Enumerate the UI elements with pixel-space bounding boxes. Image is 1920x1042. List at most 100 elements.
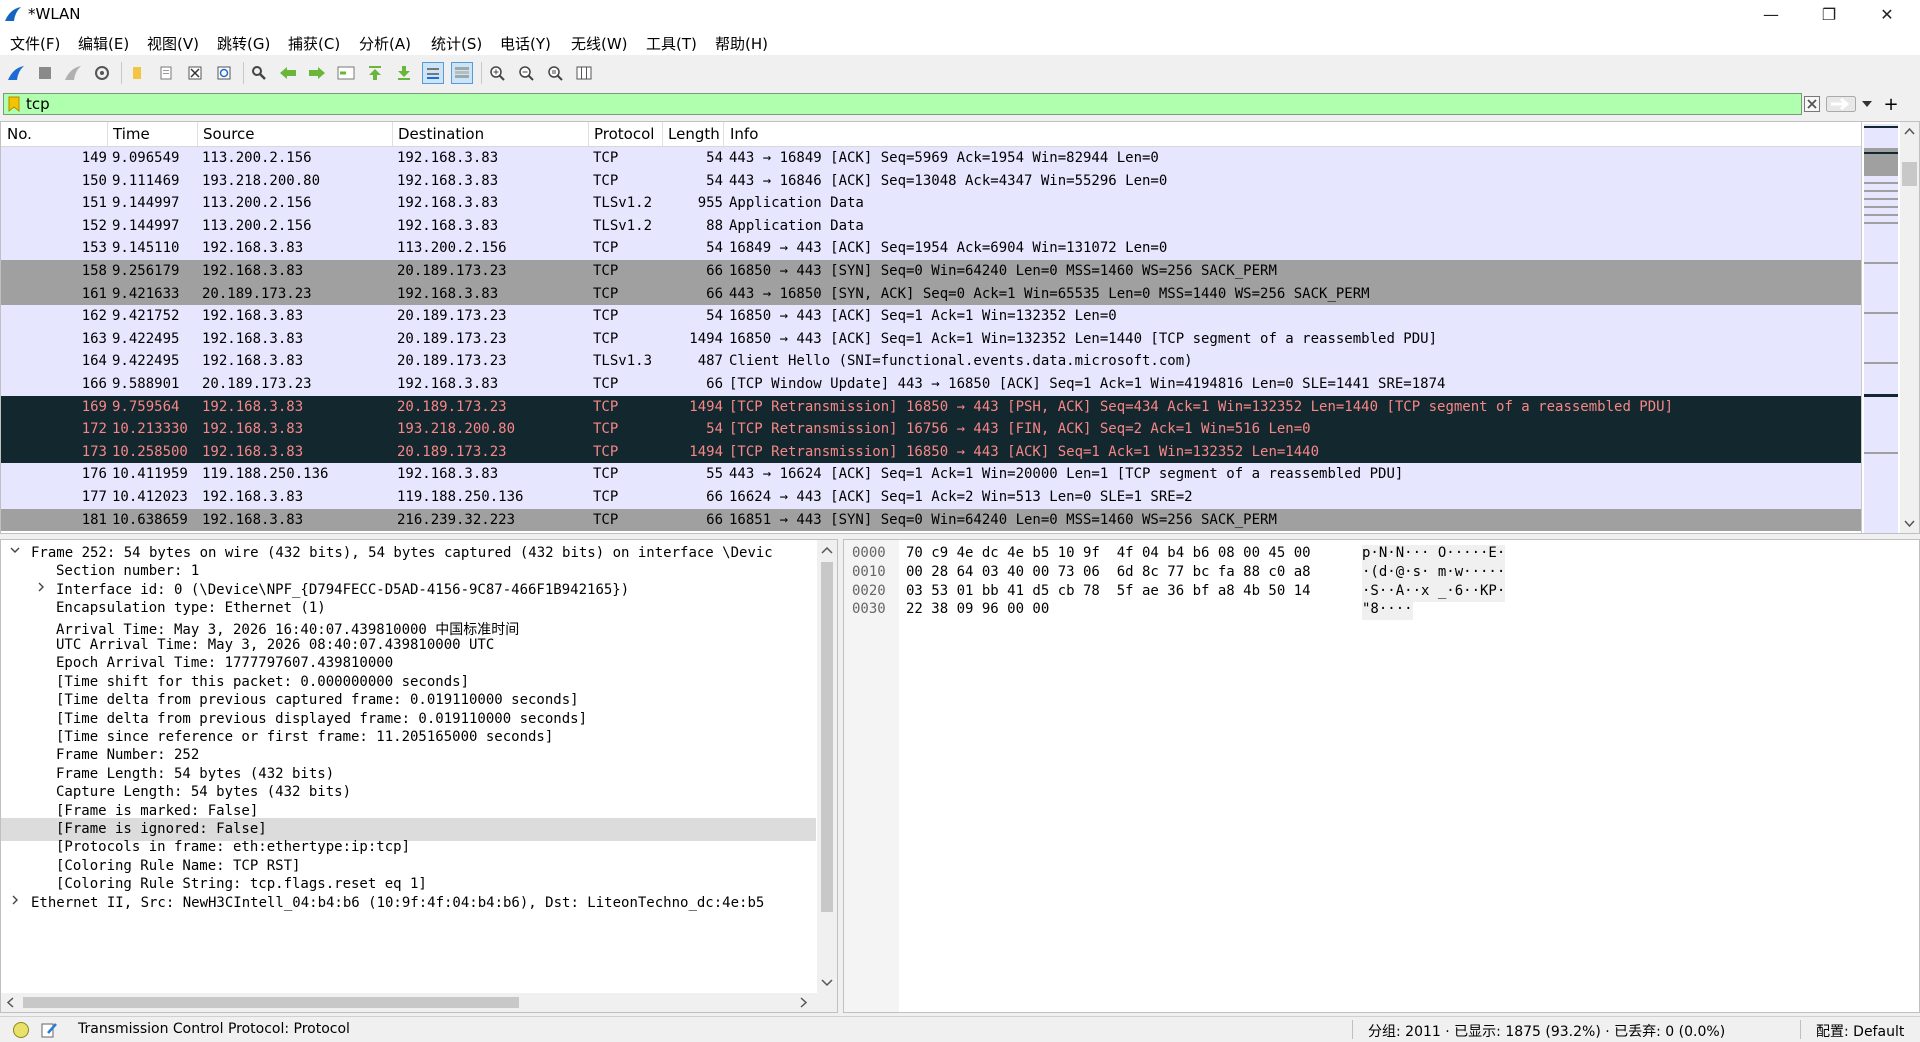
packet-row[interactable]: 150 9.111469 193.218.200.80 192.168.3.83 TCP…	[1, 169, 1861, 193]
add-filter-button[interactable]: +	[1880, 91, 1902, 117]
packet-info: 16850 → 443 [ACK] Seq=1 Ack=1 Win=132352…	[729, 308, 1117, 325]
column-source[interactable]: Source	[203, 125, 255, 143]
menu-edit[interactable]: 编辑(E)	[78, 33, 129, 54]
byte-ascii[interactable]: p·N·N··· O·····E·	[1362, 545, 1506, 564]
packet-row[interactable]: 153 9.145110 192.168.3.83 113.200.2.156 TCP 5…	[1, 237, 1861, 260]
byte-ascii[interactable]: "8····	[1362, 601, 1413, 621]
go-first-packet-icon[interactable]	[364, 62, 386, 84]
packet-length: 54	[706, 150, 723, 166]
byte-ascii[interactable]: ·(d·@·s· m·w·····	[1362, 563, 1506, 583]
menu-file[interactable]: 文件(F)	[10, 33, 60, 54]
packet-source: 113.200.2.156	[202, 217, 312, 234]
display-filter-field[interactable]	[3, 93, 1802, 115]
apply-filter-icon[interactable]	[1825, 94, 1857, 114]
packet-row[interactable]: 177 10.412023 192.168.3.83 119.188.250.136 T…	[1, 486, 1861, 509]
restore-button[interactable]: ❐	[1800, 0, 1858, 28]
bookmark-icon[interactable]	[8, 96, 20, 112]
details-horizontal-scrollbar[interactable]	[1, 993, 837, 1012]
edit-comment-icon[interactable]	[40, 1021, 58, 1039]
resize-columns-icon[interactable]	[573, 62, 595, 84]
menu-statistics[interactable]: 统计(S)	[431, 33, 482, 54]
packet-row[interactable]: 164 9.422495 192.168.3.83 20.189.173.23 TLSv…	[1, 350, 1861, 373]
collapsed-chevron-icon[interactable]	[35, 580, 47, 598]
byte-hex[interactable]: 70 c9 4e dc 4e b5 10 9f 4f 04 b4 b6 08 0…	[906, 545, 1311, 564]
zoom-out-icon[interactable]	[515, 62, 537, 84]
display-filter-input[interactable]	[26, 95, 1756, 113]
menu-capture[interactable]: 捕获(C)	[288, 33, 340, 54]
reload-file-icon[interactable]	[213, 62, 235, 84]
detail-text: UTC Arrival Time: May 3, 2026 08:40:07.4…	[56, 637, 495, 653]
stop-capture-icon[interactable]	[34, 62, 56, 84]
packet-row[interactable]: 172 10.213330 192.168.3.83 193.218.200.80 TC…	[1, 418, 1861, 441]
go-back-icon[interactable]	[277, 62, 299, 84]
clear-filter-icon[interactable]	[1803, 94, 1821, 114]
packet-row[interactable]: 173 10.258500 192.168.3.83 20.189.173.23 TCP…	[1, 440, 1861, 464]
column-destination[interactable]: Destination	[398, 125, 484, 143]
title-bar: *WLAN — ❐ ✕	[0, 0, 1920, 28]
menu-tools[interactable]: 工具(T)	[646, 33, 697, 54]
minimize-button[interactable]: —	[1742, 0, 1800, 28]
packet-no: 164	[81, 353, 107, 370]
packet-row[interactable]: 169 9.759564 192.168.3.83 20.189.173.23 TCP 1…	[1, 395, 1861, 419]
details-vertical-scrollbar[interactable]	[817, 540, 837, 993]
column-time[interactable]: Time	[113, 125, 150, 143]
menu-telephony[interactable]: 电话(Y)	[500, 33, 551, 54]
close-file-icon[interactable]	[184, 62, 206, 84]
detail-tree-item[interactable]: Ethernet II, Src: NewH3CIntell_04:b4:b6 …	[1, 892, 816, 915]
save-file-icon[interactable]	[155, 62, 177, 84]
byte-hex[interactable]: 22 38 09 96 00 00	[906, 601, 1049, 620]
packet-time: 10.258500	[112, 443, 188, 460]
close-button[interactable]: ✕	[1858, 0, 1916, 28]
packet-destination: 119.188.250.136	[397, 489, 524, 505]
packet-row[interactable]: 166 9.588901 20.189.173.23 192.168.3.83 TCP 6…	[1, 373, 1861, 396]
capture-options-icon[interactable]	[91, 62, 113, 84]
packet-row[interactable]: 162 9.421752 192.168.3.83 20.189.173.23 TCP 5…	[1, 305, 1861, 328]
packet-no: 169	[81, 398, 107, 415]
menu-help[interactable]: 帮助(H)	[715, 33, 768, 54]
go-to-packet-icon[interactable]	[335, 62, 357, 84]
menu-go[interactable]: 跳转(G)	[217, 33, 270, 54]
detail-text: Frame 252: 54 bytes on wire (432 bits), …	[31, 545, 773, 561]
byte-ascii[interactable]: ·S··A··x _·6··KP·	[1362, 582, 1506, 602]
restart-capture-icon[interactable]	[62, 62, 84, 84]
go-forward-icon[interactable]	[306, 62, 328, 84]
byte-hex[interactable]: 03 53 01 bb 41 d5 cb 78 5f ae 36 bf a8 4…	[906, 583, 1311, 602]
packet-row[interactable]: 149 9.096549 113.200.2.156 192.168.3.83 TCP 5…	[1, 147, 1861, 170]
packet-row[interactable]: 181 10.638659 192.168.3.83 216.239.32.223 TC…	[1, 508, 1861, 532]
zoom-in-icon[interactable]	[486, 62, 508, 84]
byte-hex[interactable]: 00 28 64 03 40 00 73 06 6d 8c 77 bc fa 8…	[906, 564, 1311, 583]
packet-row[interactable]: 152 9.144997 113.200.2.156 192.168.3.83 TLSv…	[1, 214, 1861, 238]
packet-row[interactable]: 176 10.411959 119.188.250.136 192.168.3.83 T…	[1, 463, 1861, 486]
expert-info-icon[interactable]	[12, 1021, 30, 1039]
wireshark-fin-icon	[5, 7, 21, 21]
go-last-packet-icon[interactable]	[393, 62, 415, 84]
start-capture-icon[interactable]	[5, 62, 27, 84]
packet-source: 20.189.173.23	[202, 376, 312, 392]
column-protocol[interactable]: Protocol	[594, 125, 654, 143]
packet-row[interactable]: 161 9.421633 20.189.173.23 192.168.3.83 TCP 6…	[1, 282, 1861, 306]
collapsed-chevron-icon[interactable]	[9, 893, 21, 911]
auto-scroll-icon[interactable]	[422, 62, 444, 84]
packet-minimap[interactable]	[1861, 122, 1900, 533]
packet-row[interactable]: 158 9.256179 192.168.3.83 20.189.173.23 TCP 6…	[1, 260, 1861, 283]
find-packet-icon[interactable]	[248, 62, 270, 84]
column-info[interactable]: Info	[730, 125, 758, 143]
packet-row[interactable]: 151 9.144997 113.200.2.156 192.168.3.83 TLSv…	[1, 192, 1861, 215]
packet-row[interactable]: 163 9.422495 192.168.3.83 20.189.173.23 TCP 1…	[1, 327, 1861, 351]
packet-source: 192.168.3.83	[202, 353, 304, 370]
zoom-normal-icon[interactable]	[544, 62, 566, 84]
expanded-chevron-icon[interactable]	[9, 543, 21, 561]
packet-no: 161	[81, 285, 107, 302]
colorize-icon[interactable]	[451, 62, 473, 84]
column-no[interactable]: No.	[7, 125, 32, 143]
open-file-icon[interactable]	[126, 62, 148, 84]
filter-history-dropdown[interactable]	[1860, 94, 1874, 114]
packet-list-scrollbar[interactable]	[1900, 122, 1919, 533]
packet-length: 66	[706, 285, 723, 302]
column-length[interactable]: Length	[668, 125, 720, 143]
menu-wireless[interactable]: 无线(W)	[571, 33, 628, 54]
menu-analyze[interactable]: 分析(A)	[359, 33, 411, 54]
profile-selector[interactable]: 配置: Default	[1816, 1021, 1904, 1041]
menu-view[interactable]: 视图(V)	[147, 33, 199, 54]
packet-destination: 192.168.3.83	[397, 172, 499, 189]
